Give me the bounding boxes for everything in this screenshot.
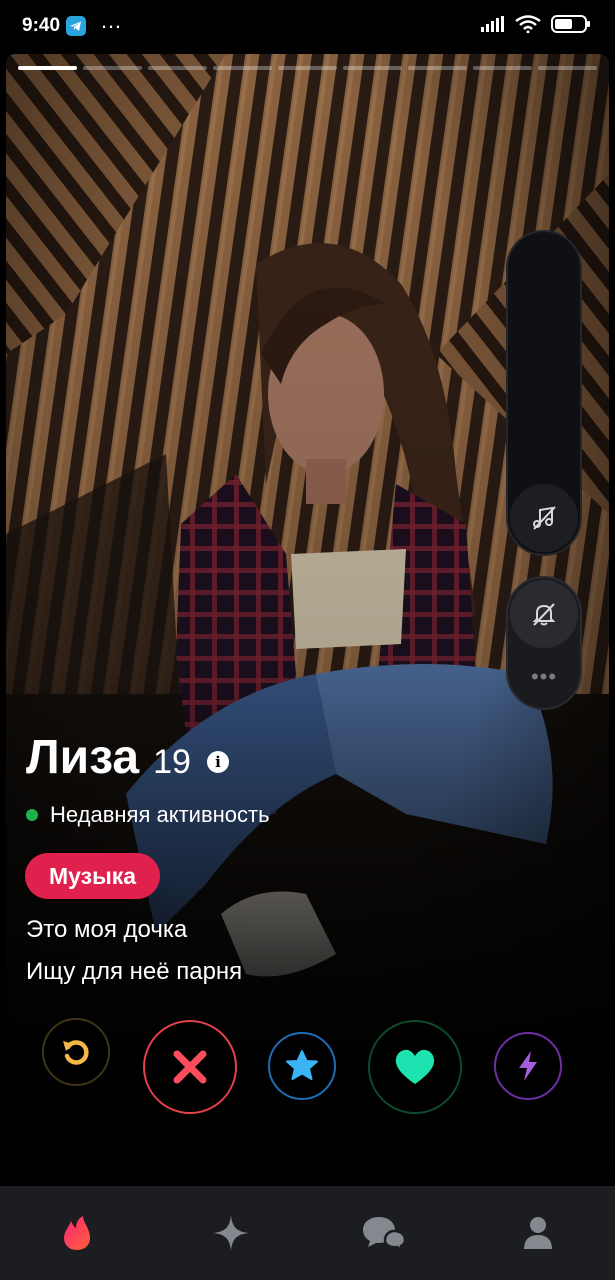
profile-age: 19 xyxy=(153,743,191,781)
more-notifications-icon: … xyxy=(100,8,125,33)
activity-status: Недавняя активность xyxy=(26,802,270,828)
photo-progress-segment[interactable] xyxy=(83,66,142,70)
photo-progress-segment[interactable] xyxy=(473,66,532,70)
music-toggle-button[interactable] xyxy=(510,484,578,552)
status-time: 9:40 xyxy=(22,15,61,36)
mute-button[interactable] xyxy=(510,580,578,648)
battery-icon xyxy=(551,15,590,33)
flame-icon xyxy=(63,1216,90,1250)
online-dot xyxy=(26,809,38,821)
telegram-icon xyxy=(66,16,87,36)
rewind-icon xyxy=(63,1040,89,1065)
bell-off-icon xyxy=(532,603,556,626)
music-off-icon xyxy=(533,506,556,530)
bio-line: Это моя дочка xyxy=(26,916,188,943)
photo-progress-segment[interactable] xyxy=(538,66,597,70)
signal-icon xyxy=(481,16,504,32)
photo-progress-segment[interactable] xyxy=(148,66,207,70)
lightning-icon xyxy=(519,1051,537,1081)
nav-profile[interactable] xyxy=(508,1203,568,1263)
nope-button[interactable] xyxy=(143,1020,237,1114)
photo-progress-bar xyxy=(18,66,597,70)
nav-discover[interactable] xyxy=(47,1203,107,1263)
rewind-button[interactable] xyxy=(42,1018,110,1086)
profile-icon xyxy=(524,1217,553,1249)
photo-progress-segment[interactable] xyxy=(278,66,337,70)
heart-icon xyxy=(395,1049,435,1084)
bio-line: Ищу для неё парня xyxy=(26,958,243,985)
photo-progress-segment[interactable] xyxy=(343,66,402,70)
photo-progress-segment[interactable] xyxy=(408,66,467,70)
profile-header[interactable]: Лиза 19 i xyxy=(26,730,229,785)
activity-label: Недавняя активность xyxy=(50,802,270,827)
like-button[interactable] xyxy=(368,1020,462,1114)
more-options-icon[interactable]: ••• xyxy=(510,664,578,690)
profile-name: Лиза xyxy=(26,731,140,784)
info-icon[interactable]: i xyxy=(206,751,229,773)
photo-progress-segment[interactable] xyxy=(18,66,77,70)
nav-messages[interactable] xyxy=(354,1203,414,1263)
super-like-button[interactable] xyxy=(268,1032,336,1100)
star-icon xyxy=(286,1050,318,1080)
nav-explore[interactable] xyxy=(201,1203,261,1263)
interest-tag: Музыка xyxy=(25,853,161,899)
photo-progress-segment[interactable] xyxy=(213,66,272,70)
wifi-icon xyxy=(515,15,541,33)
status-bar: 9:40 … xyxy=(0,0,615,52)
boost-button[interactable] xyxy=(494,1032,562,1100)
bottom-nav xyxy=(0,1186,615,1280)
close-icon xyxy=(173,1050,207,1084)
chat-icon xyxy=(363,1217,407,1251)
sparkle-icon xyxy=(212,1215,249,1251)
